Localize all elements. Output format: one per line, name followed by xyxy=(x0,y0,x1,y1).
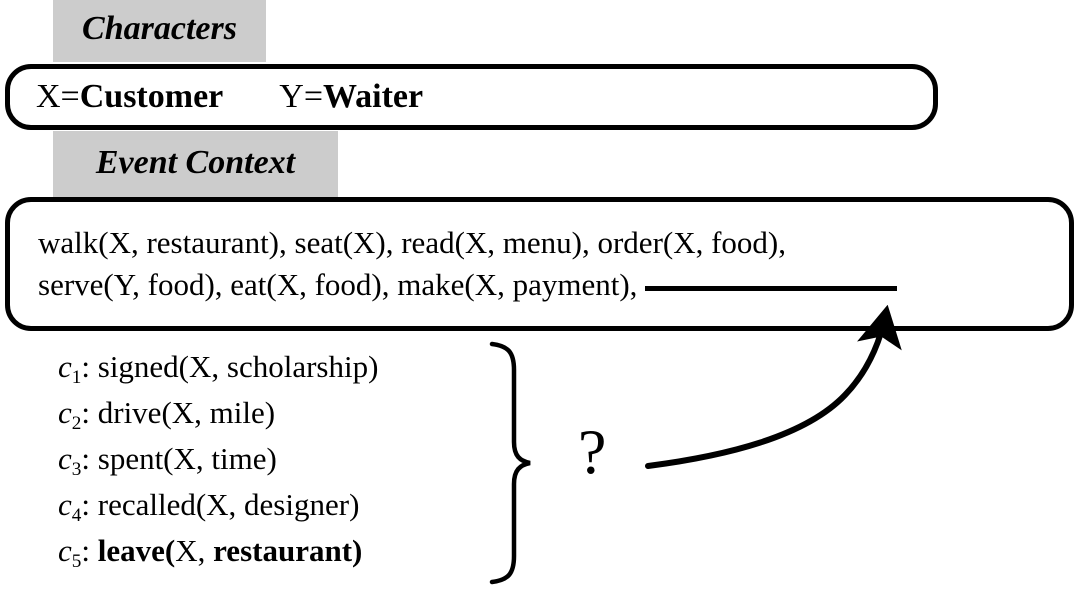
characters-box: X=Customer Y=Waiter xyxy=(5,64,938,130)
candidate-label-c1: c1 xyxy=(58,349,81,388)
candidate-index: 4 xyxy=(71,505,82,527)
candidate-index: 5 xyxy=(71,551,82,573)
candidate-list: c1: signed(X, scholarship) c2: drive(X, … xyxy=(58,344,378,574)
character-y-variable: Y= xyxy=(279,78,323,115)
candidate-label-c3: c3 xyxy=(58,441,81,480)
candidate-label-c5: c5 xyxy=(58,533,81,572)
list-item[interactable]: c2: drive(X, mile) xyxy=(58,390,378,436)
candidate-id: c xyxy=(58,349,72,384)
candidate-text-head: leave( xyxy=(97,533,176,568)
curved-arrow-up-icon xyxy=(645,304,902,469)
candidate-colon: : xyxy=(81,441,90,476)
event-context-section-tab: Event Context xyxy=(53,131,338,198)
candidate-label-c2: c2 xyxy=(58,395,81,434)
candidate-id: c xyxy=(58,395,72,430)
candidate-index: 2 xyxy=(71,413,82,435)
character-y-value: Waiter xyxy=(323,78,424,115)
candidate-text: spent(X, time) xyxy=(97,441,277,476)
candidate-text: leave(X, restaurant) xyxy=(98,533,363,568)
characters-box-inner: X=Customer Y=Waiter xyxy=(10,69,933,125)
candidate-text: recalled(X, designer) xyxy=(97,487,360,522)
candidate-text: drive(X, mile) xyxy=(97,395,276,430)
right-curly-brace-icon xyxy=(489,341,531,585)
candidate-colon: : xyxy=(81,395,90,430)
list-item[interactable]: c1: signed(X, scholarship) xyxy=(58,344,378,390)
character-x-value: Customer xyxy=(79,78,224,115)
candidate-index: 1 xyxy=(71,367,82,389)
candidate-index: 3 xyxy=(71,459,82,481)
question-mark-glyph: ? xyxy=(578,416,607,487)
candidate-text: signed(X, scholarship) xyxy=(97,349,379,384)
characters-section-tab: Characters xyxy=(53,0,266,62)
event-context-tab-label: Event Context xyxy=(95,143,296,181)
event-context-line-2-text: serve(Y, food), eat(X, food), make(X, pa… xyxy=(38,267,638,302)
candidate-colon: : xyxy=(81,487,90,522)
characters-tab-label: Characters xyxy=(82,10,237,47)
candidate-id: c xyxy=(58,533,72,568)
list-item[interactable]: c3: spent(X, time) xyxy=(58,436,378,482)
candidate-id: c xyxy=(58,441,72,476)
characters-line: X=Customer Y=Waiter xyxy=(10,80,933,114)
character-x-variable: X= xyxy=(36,78,80,115)
event-context-line-1: walk(X, restaurant), seat(X), read(X, me… xyxy=(38,225,786,261)
candidate-text-tail: restaurant) xyxy=(205,533,363,568)
list-item[interactable]: c5: leave(X, restaurant) xyxy=(58,528,378,574)
candidate-colon: : xyxy=(81,349,90,384)
list-item[interactable]: c4: recalled(X, designer) xyxy=(58,482,378,528)
question-mark-annotation: ? xyxy=(578,420,606,484)
candidate-colon: : xyxy=(81,533,90,568)
candidate-id: c xyxy=(58,487,72,522)
candidate-label-c4: c4 xyxy=(58,487,81,526)
candidate-text-variable: X, xyxy=(175,533,206,568)
